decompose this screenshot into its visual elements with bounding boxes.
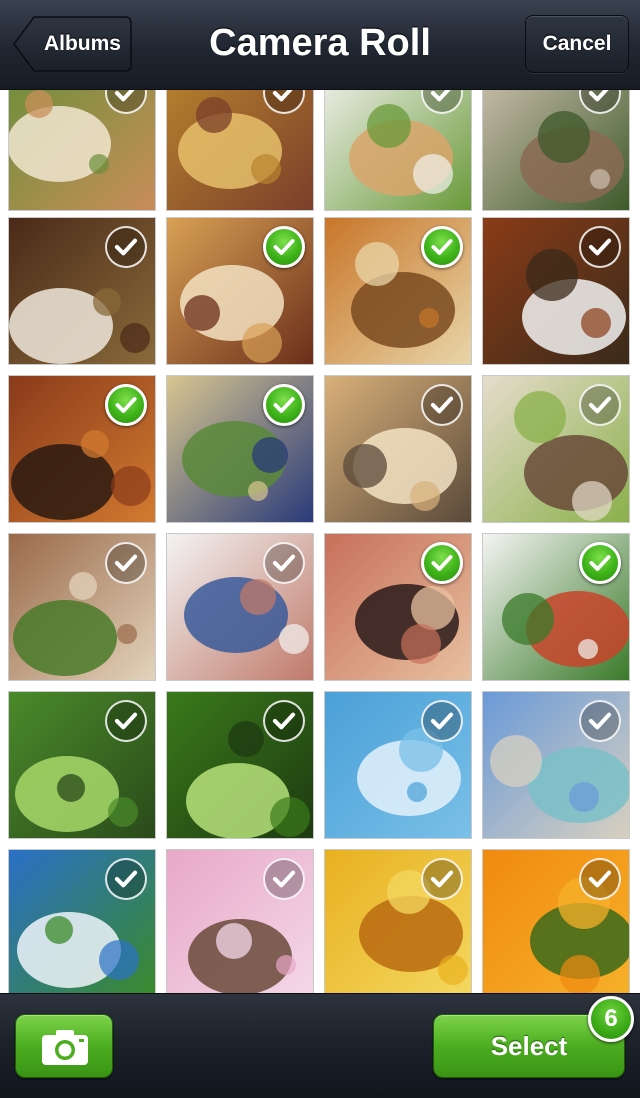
checkmark-unselected-icon[interactable]: [105, 542, 147, 584]
photo-thumbnail[interactable]: [324, 375, 472, 523]
photo-thumbnail[interactable]: [166, 90, 314, 211]
checkmark-unselected-icon[interactable]: [263, 700, 305, 742]
checkmark-unselected-icon[interactable]: [105, 700, 147, 742]
checkmark-unselected-icon[interactable]: [421, 90, 463, 114]
checkmark-unselected-icon[interactable]: [579, 226, 621, 268]
photo-thumbnail[interactable]: [8, 90, 156, 211]
checkmark-selected-icon[interactable]: [421, 542, 463, 584]
checkmark-unselected-icon[interactable]: [579, 90, 621, 114]
photo-thumbnail[interactable]: [482, 849, 630, 993]
checkmark-unselected-icon[interactable]: [421, 384, 463, 426]
photo-thumbnail[interactable]: [324, 691, 472, 839]
photo-thumbnail[interactable]: [324, 849, 472, 993]
checkmark-unselected-icon[interactable]: [579, 700, 621, 742]
photo-thumbnail[interactable]: [8, 533, 156, 681]
camera-icon: [42, 1030, 88, 1065]
checkmark-unselected-icon[interactable]: [105, 90, 147, 114]
photo-thumbnail[interactable]: [166, 849, 314, 993]
photo-thumbnail[interactable]: [324, 217, 472, 365]
checkmark-selected-icon[interactable]: [263, 384, 305, 426]
checkmark-unselected-icon[interactable]: [421, 700, 463, 742]
photo-thumbnail[interactable]: [8, 849, 156, 993]
checkmark-selected-icon[interactable]: [263, 226, 305, 268]
checkmark-unselected-icon[interactable]: [579, 384, 621, 426]
checkmark-selected-icon[interactable]: [105, 384, 147, 426]
checkmark-unselected-icon[interactable]: [105, 858, 147, 900]
photo-thumbnail[interactable]: [324, 90, 472, 211]
photo-thumbnail[interactable]: [8, 691, 156, 839]
checkmark-unselected-icon[interactable]: [263, 90, 305, 114]
photo-thumbnail[interactable]: [166, 217, 314, 365]
checkmark-unselected-icon[interactable]: [421, 858, 463, 900]
photo-thumbnail[interactable]: [8, 375, 156, 523]
cancel-button[interactable]: Cancel: [525, 15, 629, 73]
photo-thumbnail[interactable]: [482, 375, 630, 523]
camera-button[interactable]: [15, 1014, 113, 1078]
photo-thumbnail[interactable]: [166, 375, 314, 523]
photo-thumbnail[interactable]: [8, 217, 156, 365]
bottom-toolbar: Select: [0, 993, 640, 1098]
checkmark-unselected-icon[interactable]: [105, 226, 147, 268]
photo-thumbnail[interactable]: [324, 533, 472, 681]
photo-thumbnail[interactable]: [482, 691, 630, 839]
checkmark-selected-icon[interactable]: [421, 226, 463, 268]
photo-thumbnail[interactable]: [482, 217, 630, 365]
photo-thumbnail[interactable]: [166, 691, 314, 839]
photo-thumbnail[interactable]: [482, 533, 630, 681]
checkmark-unselected-icon[interactable]: [263, 542, 305, 584]
nav-bar: Albums Camera Roll Cancel: [0, 0, 640, 90]
photo-grid: [0, 90, 640, 993]
photo-thumbnail[interactable]: [482, 90, 630, 211]
photo-thumbnail[interactable]: [166, 533, 314, 681]
checkmark-unselected-icon[interactable]: [579, 858, 621, 900]
checkmark-unselected-icon[interactable]: [263, 858, 305, 900]
selected-count-badge: 6: [588, 996, 634, 1042]
checkmark-selected-icon[interactable]: [579, 542, 621, 584]
